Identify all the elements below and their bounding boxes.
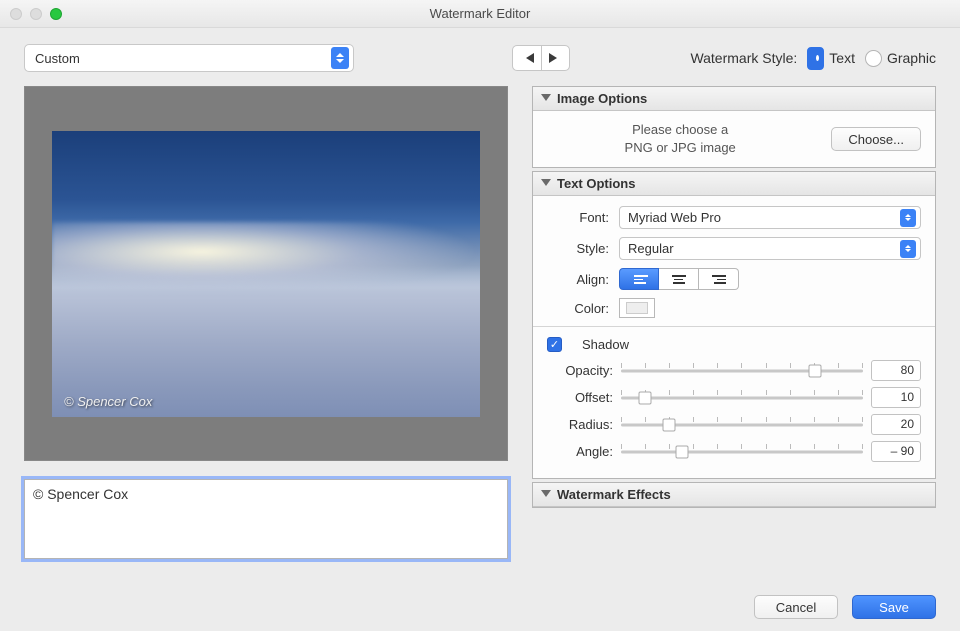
preview-area: © Spencer Cox bbox=[24, 86, 508, 461]
panel-image-header[interactable]: Image Options bbox=[533, 87, 935, 111]
image-choose-message: Please choose a PNG or JPG image bbox=[547, 121, 813, 157]
color-swatch[interactable] bbox=[619, 298, 655, 318]
choose-button[interactable]: Choose... bbox=[831, 127, 921, 151]
dropdown-caret-icon bbox=[900, 209, 916, 227]
panel-effects-header[interactable]: Watermark Effects bbox=[533, 483, 935, 507]
style-select[interactable]: Regular bbox=[619, 237, 921, 260]
shadow-label: Shadow bbox=[582, 337, 629, 352]
angle-label: Angle: bbox=[547, 444, 613, 459]
window-title: Watermark Editor bbox=[0, 6, 960, 21]
radio-graphic[interactable] bbox=[865, 50, 882, 67]
radio-text-wrap[interactable]: Text bbox=[807, 47, 855, 70]
shadow-checkbox[interactable]: ✓ bbox=[547, 337, 562, 352]
triangle-left-icon bbox=[521, 53, 534, 63]
next-button[interactable] bbox=[541, 45, 570, 71]
nav-pair bbox=[512, 45, 570, 71]
panel-text-header[interactable]: Text Options bbox=[533, 172, 935, 196]
style-label: Style: bbox=[547, 241, 609, 256]
panel-image-options: Image Options Please choose a PNG or JPG… bbox=[532, 86, 936, 168]
opacity-label: Opacity: bbox=[547, 363, 613, 378]
disclosure-triangle-icon bbox=[541, 94, 551, 106]
align-center-button[interactable] bbox=[659, 268, 699, 290]
prev-button[interactable] bbox=[512, 45, 541, 71]
save-button[interactable]: Save bbox=[852, 595, 936, 619]
align-label: Align: bbox=[547, 272, 609, 287]
angle-slider[interactable] bbox=[621, 442, 863, 462]
radius-slider[interactable] bbox=[621, 415, 863, 435]
angle-value[interactable]: – 90 bbox=[871, 441, 921, 462]
font-label: Font: bbox=[547, 210, 609, 225]
cancel-button[interactable]: Cancel bbox=[754, 595, 838, 619]
preview-image: © Spencer Cox bbox=[52, 131, 480, 417]
radio-text[interactable] bbox=[807, 47, 824, 70]
preview-watermark-text: © Spencer Cox bbox=[64, 394, 152, 409]
radius-label: Radius: bbox=[547, 417, 613, 432]
panel-watermark-effects: Watermark Effects bbox=[532, 482, 936, 508]
color-label: Color: bbox=[547, 301, 609, 316]
align-segmented bbox=[619, 268, 739, 290]
radius-value[interactable]: 20 bbox=[871, 414, 921, 435]
dropdown-caret-icon bbox=[331, 47, 349, 69]
align-right-button[interactable] bbox=[699, 268, 739, 290]
opacity-value[interactable]: 80 bbox=[871, 360, 921, 381]
footer-buttons: Cancel Save bbox=[754, 595, 936, 619]
watermark-style-group: Watermark Style: Text Graphic bbox=[690, 47, 936, 70]
panel-text-options: Text Options Font: Myriad Web Pro Style:… bbox=[532, 171, 936, 479]
offset-value[interactable]: 10 bbox=[871, 387, 921, 408]
font-select[interactable]: Myriad Web Pro bbox=[619, 206, 921, 229]
offset-label: Offset: bbox=[547, 390, 613, 405]
preset-value: Custom bbox=[35, 51, 80, 66]
offset-slider[interactable] bbox=[621, 388, 863, 408]
opacity-slider[interactable] bbox=[621, 361, 863, 381]
radio-text-label: Text bbox=[829, 50, 855, 66]
disclosure-triangle-icon bbox=[541, 490, 551, 502]
disclosure-triangle-icon bbox=[541, 179, 551, 191]
triangle-right-icon bbox=[549, 53, 562, 63]
align-left-button[interactable] bbox=[619, 268, 659, 290]
radio-graphic-label: Graphic bbox=[887, 50, 936, 66]
watermark-text-input[interactable]: © Spencer Cox bbox=[24, 479, 508, 559]
dropdown-caret-icon bbox=[900, 240, 916, 258]
toolbar: Custom Watermark Style: Text Graphic bbox=[0, 28, 960, 80]
preset-dropdown[interactable]: Custom bbox=[24, 44, 354, 72]
watermark-style-label: Watermark Style: bbox=[690, 50, 797, 66]
titlebar: Watermark Editor bbox=[0, 0, 960, 28]
radio-graphic-wrap[interactable]: Graphic bbox=[865, 50, 936, 67]
